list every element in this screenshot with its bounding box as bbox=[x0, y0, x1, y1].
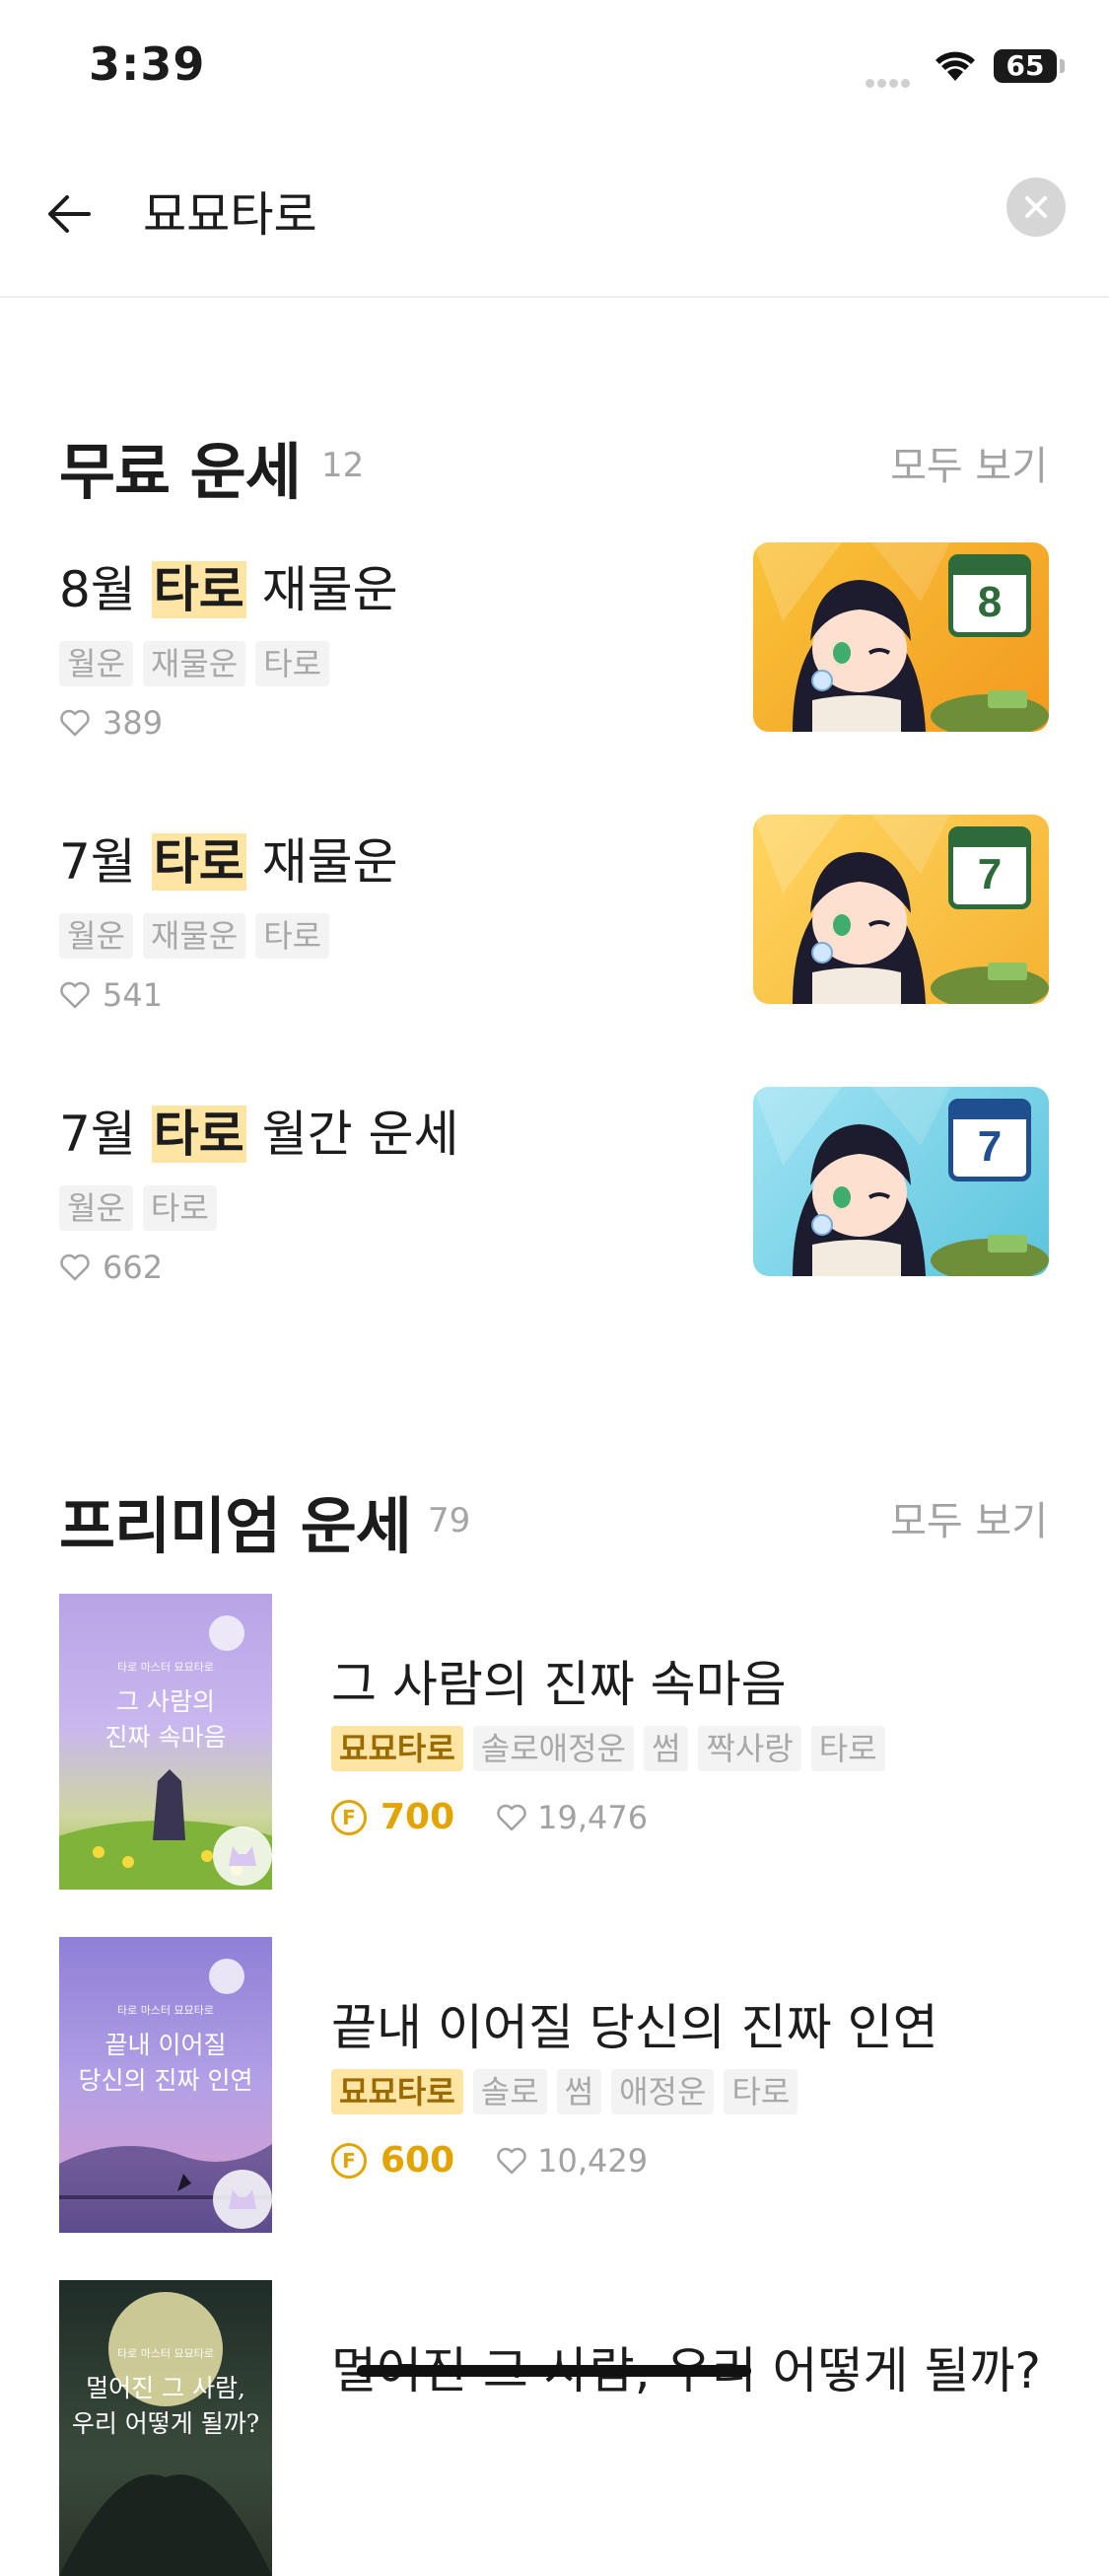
premium-cover-image: 타로 마스터 묘묘타로 그 사람의 진짜 속마음 bbox=[59, 1594, 272, 1890]
tag-list: 월운 재물운 타로 bbox=[59, 641, 330, 686]
search-input[interactable] bbox=[143, 176, 951, 254]
tag: 타로 bbox=[142, 1185, 217, 1231]
free-section-title: 무료 운세 bbox=[59, 436, 302, 508]
tag: 솔로애정운 bbox=[472, 1726, 634, 1771]
fortune-thumbnail: 8 bbox=[753, 542, 1049, 732]
cellular-signal-icon bbox=[866, 73, 913, 92]
heart-icon bbox=[497, 1804, 526, 1830]
price: 700 bbox=[381, 1797, 455, 1837]
heart-icon bbox=[497, 2147, 526, 2174]
brand-tag: 묘묘타로 bbox=[331, 2069, 463, 2114]
tag: 재물운 bbox=[142, 913, 246, 959]
tag: 애정운 bbox=[611, 2069, 715, 2114]
free-see-all-link[interactable]: 모두 보기 bbox=[890, 434, 1048, 491]
premium-section-count: 79 bbox=[428, 1501, 471, 1540]
free-fortune-item[interactable]: 7월 타로 재물운 월운 재물운 타로 541 7 bbox=[0, 815, 1109, 1028]
fortune-thumbnail: 7 bbox=[753, 815, 1049, 1004]
wifi-icon bbox=[936, 51, 975, 81]
brand-tag: 묘묘타로 bbox=[331, 1726, 463, 1771]
query-highlight: 타로 bbox=[151, 833, 246, 891]
home-indicator bbox=[357, 2365, 751, 2377]
heart-icon bbox=[60, 981, 90, 1009]
back-arrow-icon[interactable] bbox=[45, 189, 95, 239]
search-header bbox=[0, 138, 1109, 298]
tag: 월운 bbox=[59, 1185, 133, 1231]
fortune-thumbnail: 7 bbox=[753, 1087, 1049, 1276]
heart-icon bbox=[60, 709, 90, 737]
tag: 썸 bbox=[643, 1726, 689, 1771]
close-icon bbox=[1025, 196, 1047, 218]
tag-list: 월운 재물운 타로 bbox=[59, 913, 330, 959]
premium-cover-image: 타로 마스터 묘묘타로 끝내 이어질 당신의 진짜 인연 bbox=[59, 1937, 272, 2233]
calendar-badge: 7 bbox=[977, 850, 1003, 898]
battery-icon: 65 bbox=[994, 49, 1057, 83]
coin-icon: F bbox=[331, 2142, 367, 2179]
premium-fortune-item[interactable]: 타로 마스터 묘묘타로 그 사람의 진짜 속마음 그 사람의 진짜 속마음 묘묘타… bbox=[0, 1594, 1109, 1890]
tag: 타로 bbox=[255, 641, 330, 686]
status-time: 3:39 bbox=[89, 37, 206, 91]
like-count: 662 bbox=[59, 1249, 163, 1286]
tag: 월운 bbox=[59, 641, 133, 686]
tag-list: 묘묘타로 솔로 썸 애정운 타로 bbox=[331, 2069, 798, 2114]
premium-fortune-item[interactable]: 타로 마스터 묘묘타로 멀어진 그 사람, 우리 어떻게 될까? 멀어진 그 사람… bbox=[0, 2280, 1109, 2576]
fortune-title: 7월 타로 재물운 bbox=[59, 833, 398, 891]
premium-title: 끝내 이어질 당신의 진짜 인연 bbox=[331, 1999, 938, 2056]
query-highlight: 타로 bbox=[151, 561, 246, 618]
calendar-badge: 7 bbox=[977, 1122, 1003, 1171]
tag: 월운 bbox=[59, 913, 133, 959]
price-and-likes: F 600 10,429 bbox=[331, 2140, 648, 2181]
like-count: 10,429 bbox=[496, 2142, 648, 2180]
premium-title: 그 사람의 진짜 속마음 bbox=[331, 1656, 787, 1713]
price: 600 bbox=[381, 2140, 455, 2181]
tag: 솔로 bbox=[472, 2069, 547, 2114]
like-count: 541 bbox=[59, 976, 163, 1014]
free-fortune-item[interactable]: 7월 타로 월간 운세 월운 타로 662 7 bbox=[0, 1087, 1109, 1300]
like-count: 389 bbox=[59, 704, 163, 742]
status-bar: 3:39 65 bbox=[0, 0, 1109, 138]
tag-list: 묘묘타로 솔로애정운 썸 짝사랑 타로 bbox=[331, 1726, 885, 1771]
tag: 썸 bbox=[556, 2069, 602, 2114]
tag-list: 월운 타로 bbox=[59, 1185, 217, 1231]
free-section-count: 12 bbox=[321, 446, 365, 485]
query-highlight: 타로 bbox=[151, 1106, 246, 1163]
tag: 타로 bbox=[810, 1726, 885, 1771]
clear-search-button[interactable] bbox=[1006, 178, 1066, 237]
heart-icon bbox=[60, 1253, 90, 1281]
battery-nub bbox=[1060, 59, 1065, 73]
coin-icon: F bbox=[331, 1799, 367, 1835]
price-and-likes: F 700 19,476 bbox=[331, 1797, 648, 1837]
premium-fortune-item[interactable]: 타로 마스터 묘묘타로 끝내 이어질 당신의 진짜 인연 끝내 이어질 당신의 진… bbox=[0, 1937, 1109, 2233]
tag: 짝사랑 bbox=[698, 1726, 801, 1771]
tag: 재물운 bbox=[142, 641, 246, 686]
tag: 타로 bbox=[724, 2069, 798, 2114]
premium-see-all-link[interactable]: 모두 보기 bbox=[890, 1489, 1048, 1546]
free-fortune-item[interactable]: 8월 타로 재물운 월운 재물운 타로 389 8 bbox=[0, 542, 1109, 755]
fortune-title: 8월 타로 재물운 bbox=[59, 561, 398, 618]
premium-section-title: 프리미엄 운세 bbox=[59, 1490, 412, 1562]
tag: 타로 bbox=[255, 913, 330, 959]
calendar-badge: 8 bbox=[977, 578, 1003, 626]
fortune-title: 7월 타로 월간 운세 bbox=[59, 1106, 459, 1163]
premium-cover-image: 타로 마스터 묘묘타로 멀어진 그 사람, 우리 어떻게 될까? bbox=[59, 2280, 272, 2576]
like-count: 19,476 bbox=[496, 1799, 648, 1836]
